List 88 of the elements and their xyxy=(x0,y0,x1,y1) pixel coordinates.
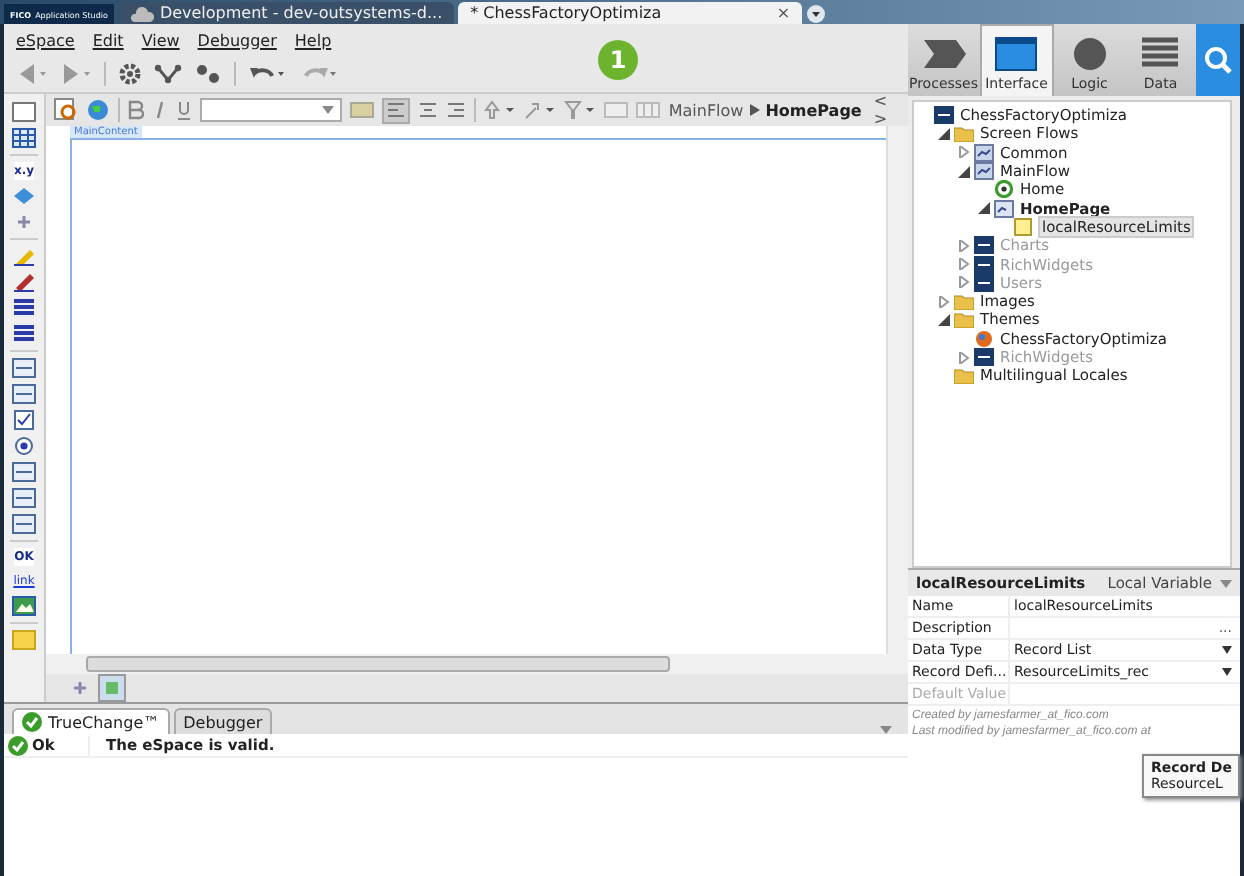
dropdown-arrow-icon[interactable] xyxy=(880,726,892,734)
filter-icon[interactable] xyxy=(564,100,597,120)
branch-icon[interactable] xyxy=(154,62,182,86)
widget-icon[interactable] xyxy=(70,678,90,698)
collapsed-arrow-icon[interactable] xyxy=(958,146,970,159)
folder-icon xyxy=(954,366,974,385)
globe-icon[interactable] xyxy=(86,98,110,122)
expanded-arrow-icon[interactable] xyxy=(978,202,990,215)
search-button[interactable] xyxy=(1196,24,1240,96)
checkmark-icon xyxy=(22,712,42,732)
pencil-icon[interactable] xyxy=(12,272,36,292)
note-icon[interactable] xyxy=(12,630,36,650)
form-icon[interactable] xyxy=(12,384,36,404)
home-icon xyxy=(994,180,1014,199)
form-icon[interactable] xyxy=(12,488,36,508)
search-icon xyxy=(1204,46,1232,74)
grid-icon[interactable] xyxy=(636,100,661,120)
table-icon[interactable] xyxy=(12,128,36,148)
diamond-icon[interactable] xyxy=(12,186,36,206)
forward-icon[interactable] xyxy=(60,62,92,86)
list-icon[interactable] xyxy=(12,298,36,318)
back-icon[interactable] xyxy=(16,62,48,86)
menu-item[interactable]: View xyxy=(141,31,180,49)
menu-item[interactable]: Edit xyxy=(92,31,124,49)
align-center-icon[interactable] xyxy=(418,101,439,119)
horizontal-scrollbar[interactable] xyxy=(46,654,908,674)
expanded-arrow-icon[interactable] xyxy=(938,313,950,326)
radio-icon[interactable] xyxy=(12,436,36,456)
browser-tab[interactable]: Development - dev-outsystems-d... xyxy=(117,2,455,24)
align-right-icon[interactable] xyxy=(446,101,467,119)
align-left-button[interactable] xyxy=(382,97,411,123)
dropdown-arrow-icon xyxy=(322,106,335,114)
data-icon xyxy=(1138,36,1183,72)
gear-icon[interactable] xyxy=(118,62,142,86)
theme-icon xyxy=(974,329,994,348)
underline-icon[interactable] xyxy=(175,100,192,120)
flow-icon xyxy=(974,143,994,162)
breadcrumb-link[interactable]: MainFlow xyxy=(668,101,744,119)
property-field[interactable] xyxy=(1008,684,1240,706)
menu-item[interactable]: Debugger xyxy=(197,31,277,49)
folder-icon xyxy=(954,124,974,143)
interface-icon xyxy=(994,36,1039,72)
label-icon[interactable] xyxy=(350,102,375,118)
chevron-icon xyxy=(749,104,760,116)
pencil-icon[interactable] xyxy=(12,246,36,266)
list-icon[interactable] xyxy=(12,324,36,344)
zoom-icon[interactable] xyxy=(54,98,78,122)
module-icon xyxy=(974,348,994,366)
variable-icon xyxy=(1014,217,1034,236)
collapsed-arrow-icon[interactable] xyxy=(938,295,950,308)
grid-icon[interactable] xyxy=(604,100,629,120)
dropdown-arrow-icon xyxy=(1222,668,1232,676)
panel-tab[interactable]: TrueChange™ xyxy=(12,708,170,734)
browser-tab[interactable]: * ChessFactoryOptimiza × xyxy=(458,2,803,24)
dropdown-arrow-icon[interactable] xyxy=(1220,579,1232,587)
arrow-up-icon[interactable] xyxy=(484,100,517,120)
italic-icon[interactable] xyxy=(151,100,168,120)
image-icon[interactable] xyxy=(12,596,36,616)
tree-icon xyxy=(102,678,122,698)
close-icon[interactable]: × xyxy=(776,4,791,22)
form-icon[interactable] xyxy=(12,462,36,482)
module-icon xyxy=(974,255,994,274)
panel-tab[interactable]: Debugger xyxy=(173,708,273,734)
expanded-arrow-icon[interactable] xyxy=(938,127,950,140)
new-tab-icon[interactable] xyxy=(806,4,827,24)
breadcrumb-current: HomePage xyxy=(765,101,862,119)
font-dropdown[interactable] xyxy=(199,98,343,122)
vertical-scrollbar[interactable] xyxy=(886,126,908,654)
align-left-icon xyxy=(386,101,407,119)
widget-icon[interactable] xyxy=(12,212,36,232)
toggle-button[interactable]: < > xyxy=(873,92,900,128)
widget-tree-button[interactable] xyxy=(98,674,126,702)
container-icon[interactable] xyxy=(12,102,36,122)
expanded-arrow-icon[interactable] xyxy=(958,165,970,178)
menu-item[interactable]: Help xyxy=(294,31,332,49)
form-icon[interactable] xyxy=(12,358,36,378)
screen-icon xyxy=(994,199,1014,218)
bold-icon[interactable] xyxy=(127,100,144,120)
dropdown-arrow-icon xyxy=(1222,646,1232,654)
resize-icon[interactable] xyxy=(524,100,557,120)
module-icon xyxy=(934,106,954,125)
form-icon[interactable] xyxy=(12,514,36,534)
flow-icon xyxy=(974,162,994,181)
menu-item[interactable]: eSpace xyxy=(16,31,75,49)
cloud-icon xyxy=(129,5,154,21)
checkbox-icon[interactable] xyxy=(12,410,36,430)
module-icon xyxy=(974,236,994,255)
processes-icon xyxy=(921,36,966,72)
